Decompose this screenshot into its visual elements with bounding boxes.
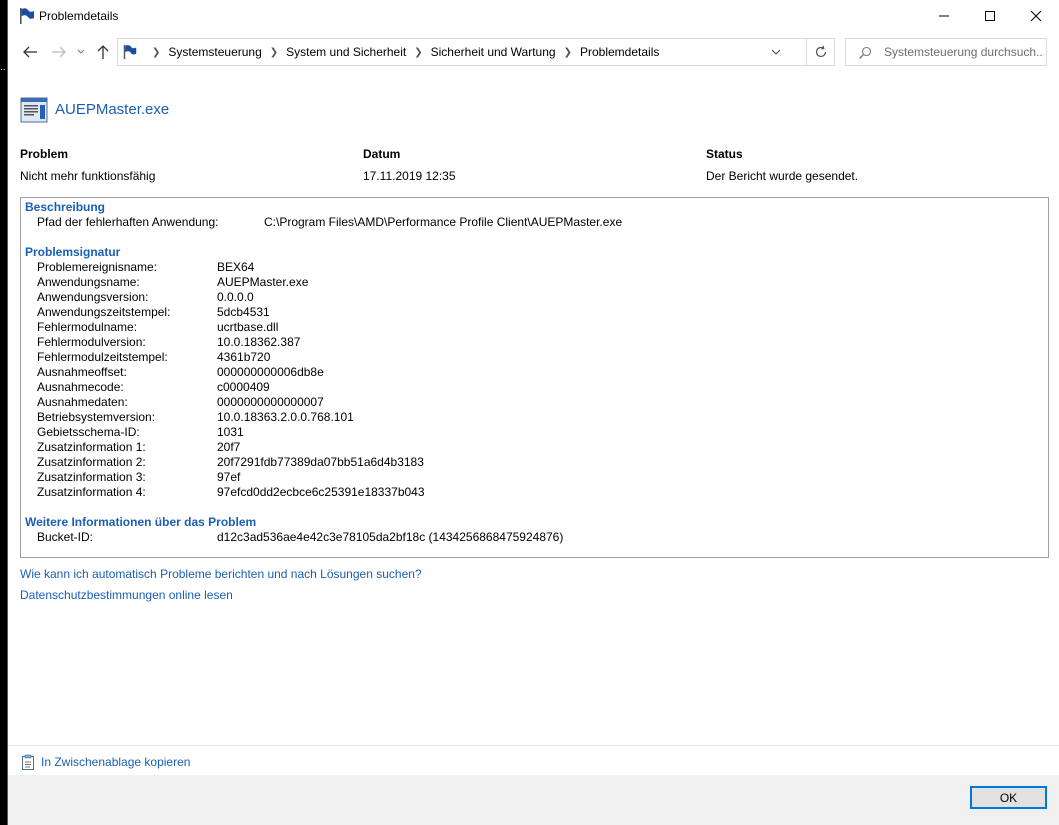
signature-key: Anwendungsname: (37, 275, 140, 289)
breadcrumb-separator-icon[interactable]: ❯ (270, 47, 278, 58)
signature-value: 1031 (217, 425, 244, 439)
breadcrumb-item[interactable]: System und Sicherheit (286, 45, 406, 59)
footer-bar: OK (8, 775, 1059, 825)
signature-key: Anwendungszeitstempel: (37, 305, 171, 319)
close-button[interactable] (1013, 0, 1059, 32)
forward-arrow-icon (52, 46, 66, 58)
signature-value: 0.0.0.0 (217, 290, 254, 304)
signature-key: Ausnahmeoffset: (37, 365, 127, 379)
bucket-id-label: Bucket-ID: (37, 530, 94, 544)
bucket-id-value: d12c3ad536ae4e42c3e78105da2bf18c (143425… (217, 530, 564, 544)
signature-value: 20f7 (217, 440, 241, 454)
recent-locations-button[interactable] (70, 42, 92, 62)
signature-key: Ausnahmedaten: (37, 395, 128, 409)
signature-value: AUEPMaster.exe (217, 275, 309, 289)
title-bar[interactable]: Problemdetails (8, 0, 1059, 33)
breadcrumb-separator-icon[interactable]: ❯ (564, 47, 572, 58)
signature-value: ucrtbase.dll (217, 320, 279, 334)
date-value: 17.11.2019 12:35 (363, 169, 456, 183)
description-heading: Beschreibung (25, 200, 106, 214)
signature-value: 20f7291fdb77389da07bb51a6d4b3183 (217, 455, 424, 469)
signature-key: Zusatzinformation 2: (37, 455, 146, 469)
signature-key: Ausnahmecode: (37, 380, 124, 394)
more-info-heading: Weitere Informationen über das Problem (25, 515, 257, 529)
flag-icon (122, 44, 138, 60)
signature-value: BEX64 (217, 260, 255, 274)
breadcrumb-separator-icon: ❯ (152, 46, 161, 58)
chevron-down-icon (77, 49, 85, 54)
signature-value: c0000409 (217, 380, 270, 394)
signature-value: 5dcb4531 (217, 305, 270, 319)
signature-value: 10.0.18363.2.0.0.768.101 (217, 410, 354, 424)
privacy-link[interactable]: Datenschutzbestimmungen online lesen (20, 588, 233, 602)
signature-key: Zusatzinformation 1: (37, 440, 146, 454)
bottom-divider (8, 745, 1059, 746)
signature-key: Zusatzinformation 4: (37, 485, 146, 499)
signature-key: Gebietsschema-ID: (37, 425, 140, 439)
signature-key: Problemereignisname: (37, 260, 158, 274)
address-dropdown-button[interactable] (769, 45, 783, 59)
signature-key: Fehlermodulname: (37, 320, 138, 334)
up-button[interactable] (92, 42, 114, 62)
signature-key: Fehlermodulzeitstempel: (37, 350, 168, 364)
up-arrow-icon (97, 45, 109, 59)
chevron-down-icon (771, 49, 781, 55)
refresh-icon (815, 45, 826, 58)
status-header: Status (706, 147, 743, 161)
refresh-button[interactable] (807, 38, 835, 66)
breadcrumb-item[interactable]: Sicherheit und Wartung (431, 45, 556, 59)
desktop-fragment: .. (0, 62, 6, 73)
signature-value: 10.0.18362.387 (217, 335, 301, 349)
description-value: C:\Program Files\AMD\Performance Profile… (264, 215, 623, 229)
search-icon (858, 46, 872, 63)
flag-icon (18, 7, 36, 25)
clipboard-icon[interactable] (21, 754, 35, 770)
problem-details-panel[interactable]: Beschreibung Pfad der fehlerhaften Anwen… (20, 197, 1049, 558)
signature-value: 97ef (217, 470, 241, 484)
signature-value: 97efcd0dd2ecbce6c25391e18337b043 (217, 485, 425, 499)
ok-button[interactable]: OK (970, 786, 1047, 809)
signature-key: Anwendungsversion: (37, 290, 149, 304)
signature-key: Betriebsystemversion: (37, 410, 156, 424)
auto-report-link[interactable]: Wie kann ich automatisch Probleme berich… (20, 567, 422, 581)
window-title: Problemdetails (39, 9, 119, 23)
status-value: Der Bericht wurde gesendet. (706, 169, 859, 183)
date-header: Datum (363, 147, 401, 161)
signature-value: 000000000006db8e (217, 365, 324, 379)
minimize-button[interactable] (921, 0, 967, 32)
navigation-bar: ❯ Systemsteuerung ❯ System und Sicherhei… (8, 32, 1059, 72)
copy-to-clipboard-link[interactable]: In Zwischenablage kopieren (41, 755, 190, 769)
search-box[interactable] (845, 38, 1047, 66)
description-label: Pfad der fehlerhaften Anwendung: (37, 215, 219, 229)
breadcrumb-separator-icon[interactable]: ❯ (414, 47, 422, 58)
problem-details-window: Problemdetails ❯ Systemsteuerung ❯ Syste… (7, 0, 1059, 825)
back-button[interactable] (19, 42, 41, 62)
signature-key: Zusatzinformation 3: (37, 470, 146, 484)
search-input[interactable] (884, 43, 1044, 61)
maximize-button[interactable] (967, 0, 1013, 32)
signature-heading: Problemsignatur (25, 245, 121, 259)
application-name: AUEPMaster.exe (55, 101, 170, 118)
address-bar[interactable]: ❯ Systemsteuerung ❯ System und Sicherhei… (117, 38, 807, 66)
forward-button[interactable] (48, 42, 70, 62)
problem-value: Nicht mehr funktionsfähig (20, 169, 156, 183)
breadcrumb-item[interactable]: Problemdetails (580, 45, 659, 59)
problem-header: Problem (20, 147, 69, 161)
signature-value: 4361b720 (217, 350, 271, 364)
back-arrow-icon (23, 46, 37, 58)
signature-key: Fehlermodulversion: (37, 335, 146, 349)
breadcrumb: ❯ Systemsteuerung ❯ System und Sicherhei… (144, 39, 659, 65)
report-window-icon (20, 96, 50, 124)
signature-value: 0000000000000007 (217, 395, 324, 409)
breadcrumb-item[interactable]: Systemsteuerung (168, 45, 261, 59)
desktop-background: .. (0, 0, 7, 825)
